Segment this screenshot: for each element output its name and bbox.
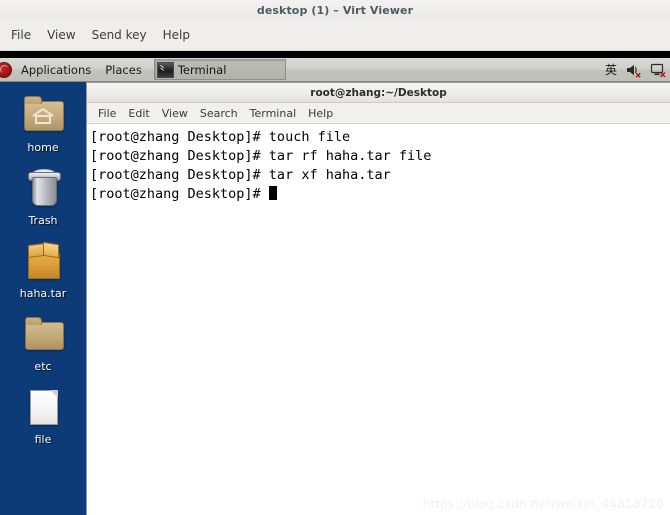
watermark-text: https://blog.csdn.net/weixin_44818720 — [422, 497, 664, 511]
gnome-panel: Applications Places Terminal 英 — [0, 58, 670, 82]
desktop-icon-trash[interactable]: Trash — [0, 163, 86, 227]
terminal-prompt-line: [root@zhang Desktop]# — [90, 185, 670, 204]
desktop-icon-label: haha.tar — [19, 287, 67, 300]
screen-root: desktop (1) – Virt Viewer File View Send… — [0, 0, 670, 515]
virt-viewer-titlebar: desktop (1) – Virt Viewer — [0, 0, 670, 20]
terminal-line: [root@zhang Desktop]# touch file — [90, 129, 351, 145]
archive-icon — [19, 236, 67, 284]
virt-viewer-title: desktop (1) – Virt Viewer — [256, 3, 414, 17]
guest-desktop: Applications Places Terminal 英 home Tras… — [0, 58, 670, 515]
panel-menu-applications[interactable]: Applications — [14, 60, 98, 80]
term-menu-edit[interactable]: Edit — [122, 105, 155, 122]
panel-tray: 英 — [605, 61, 670, 78]
terminal-line: [root@zhang Desktop]# tar rf haha.tar fi… — [90, 148, 432, 164]
desktop-icon-file[interactable]: file — [0, 382, 86, 446]
desktop-icon-label: Trash — [28, 214, 58, 227]
virt-viewer-menubar: File View Send key Help — [0, 20, 670, 51]
terminal-window: root@zhang:~/Desktop File Edit View Sear… — [86, 82, 670, 515]
terminal-cursor — [268, 186, 277, 200]
terminal-prompt: [root@zhang Desktop]# — [90, 186, 269, 202]
redhat-logo-icon[interactable] — [0, 61, 12, 78]
terminal-line: [root@zhang Desktop]# tar xf haha.tar — [90, 167, 391, 183]
terminal-icon — [156, 61, 174, 78]
desktop-icon-home[interactable]: home — [0, 90, 86, 154]
desktop-icon-haha-tar[interactable]: haha.tar — [0, 236, 86, 300]
term-menu-file[interactable]: File — [92, 105, 122, 122]
desktop-icon-etc[interactable]: etc — [0, 309, 86, 373]
folder-icon — [19, 309, 67, 357]
desktop-icon-label: file — [34, 433, 52, 446]
document-icon — [19, 382, 67, 430]
ime-indicator[interactable]: 英 — [605, 61, 617, 78]
guest-display-letterbox — [0, 51, 670, 58]
term-menu-terminal[interactable]: Terminal — [244, 105, 303, 122]
term-menu-help[interactable]: Help — [302, 105, 339, 122]
panel-menu-places[interactable]: Places — [98, 60, 149, 80]
taskbar-window-label: Terminal — [177, 62, 227, 77]
terminal-titlebar: root@zhang:~/Desktop — [87, 83, 670, 103]
vv-menu-view[interactable]: View — [39, 25, 83, 45]
volume-muted-icon[interactable] — [625, 62, 642, 78]
desktop-icon-label: etc — [34, 360, 52, 373]
taskbar-window-terminal[interactable]: Terminal — [153, 59, 286, 80]
home-folder-icon — [19, 90, 67, 138]
desktop-icon-label: home — [27, 141, 59, 154]
term-menu-view[interactable]: View — [156, 105, 194, 122]
terminal-title: root@zhang:~/Desktop — [310, 86, 447, 99]
terminal-output-area[interactable]: [root@zhang Desktop]# touch file [root@z… — [87, 124, 670, 515]
vv-menu-file[interactable]: File — [3, 25, 39, 45]
vv-menu-help[interactable]: Help — [155, 25, 198, 45]
display-disconnected-icon[interactable] — [650, 62, 667, 78]
terminal-menubar: File Edit View Search Terminal Help — [87, 103, 670, 124]
term-menu-search[interactable]: Search — [194, 105, 244, 122]
vv-menu-send-key[interactable]: Send key — [84, 25, 155, 45]
desktop-icon-column: home Trash haha.tar etc file — [0, 82, 86, 515]
trash-icon — [19, 163, 67, 211]
